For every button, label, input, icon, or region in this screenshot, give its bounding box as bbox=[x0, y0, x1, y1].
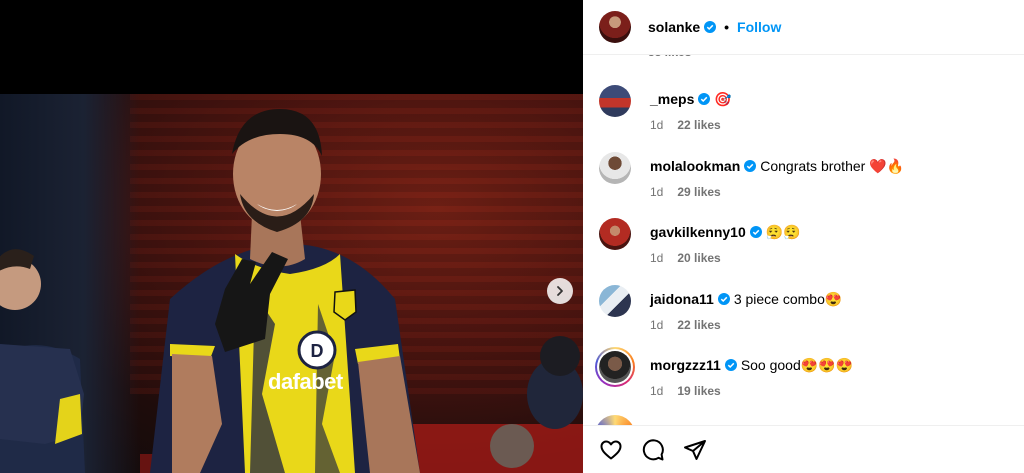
post-photo[interactable]: D dafabet bbox=[0, 94, 583, 473]
post-header: solanke • Follow bbox=[583, 0, 1024, 55]
next-image-button[interactable] bbox=[547, 278, 573, 304]
verified-badge-icon bbox=[749, 226, 762, 238]
verified-badge-icon bbox=[744, 160, 757, 172]
comment-meta: 1d 29 likes bbox=[650, 185, 735, 199]
comment-age: 1d bbox=[650, 384, 664, 398]
comment-text: Soo good😍😍😍 bbox=[740, 357, 854, 373]
comments-list[interactable]: 53 likes _meps🎯 1d22 likes molalookmanCo… bbox=[583, 40, 1024, 425]
comment-age: 1d bbox=[650, 185, 664, 199]
verified-badge-icon bbox=[704, 21, 717, 33]
post-actions-bar bbox=[583, 425, 1024, 473]
follow-button[interactable]: Follow bbox=[737, 19, 781, 35]
comment-likes[interactable]: 22 likes bbox=[677, 118, 720, 132]
comment-likes[interactable]: 20 likes bbox=[677, 251, 720, 265]
comment-meta: 1d 22 likes bbox=[650, 318, 735, 332]
commenter-avatar[interactable] bbox=[599, 85, 631, 117]
verified-badge-icon bbox=[698, 93, 711, 105]
comment-meta: 1d 22 likes bbox=[650, 118, 735, 132]
commenter-username[interactable]: _meps bbox=[650, 91, 694, 107]
comment-age: 1d bbox=[650, 318, 664, 332]
comment-age: 1d bbox=[650, 118, 664, 132]
commenter-username[interactable]: molalookman bbox=[650, 158, 740, 174]
commenter-avatar-story-ring[interactable] bbox=[595, 347, 635, 387]
comment-line: jaidona11 3 piece combo😍 bbox=[650, 291, 842, 308]
comment-text: 🎯 bbox=[714, 91, 732, 107]
comment-line: morgzzz11 Soo good😍😍😍 bbox=[650, 357, 853, 374]
sponsor-text: dafabet bbox=[268, 369, 343, 394]
commenter-avatar[interactable] bbox=[599, 218, 631, 250]
comment-icon[interactable] bbox=[641, 438, 665, 462]
commenter-avatar[interactable] bbox=[599, 152, 631, 184]
author-avatar[interactable] bbox=[599, 11, 631, 43]
comment-text: Congrats brother ❤️🔥 bbox=[760, 158, 905, 174]
chevron-right-icon bbox=[557, 286, 563, 296]
comment-text: 3 piece combo😍 bbox=[733, 291, 843, 307]
header-separator: • bbox=[724, 19, 730, 35]
commenter-username[interactable]: gavkilkenny10 bbox=[650, 224, 746, 240]
commenter-avatar[interactable] bbox=[599, 285, 631, 317]
player-illustration: D bbox=[0, 109, 583, 473]
svg-text:D: D bbox=[311, 341, 324, 361]
comment-line: _meps 🎯 bbox=[650, 91, 732, 108]
post-media: D dafabet bbox=[0, 0, 583, 473]
verified-badge-icon bbox=[717, 293, 730, 305]
commenter-username[interactable]: morgzzz11 bbox=[650, 357, 721, 373]
comment-likes[interactable]: 19 likes bbox=[677, 384, 720, 398]
comment-line: gavkilkenny10 😮‍💨😮‍💨 bbox=[650, 224, 801, 241]
comment-text: 😮‍💨😮‍💨 bbox=[765, 224, 801, 240]
author-username[interactable]: solanke bbox=[648, 19, 717, 35]
commenter-username[interactable]: jaidona11 bbox=[650, 291, 714, 307]
comment-likes[interactable]: 29 likes bbox=[677, 185, 720, 199]
comment-likes[interactable]: 22 likes bbox=[677, 318, 720, 332]
post-side-panel: solanke • Follow 53 likes _meps🎯 1d22 li… bbox=[583, 0, 1024, 473]
share-icon[interactable] bbox=[683, 438, 707, 462]
comment-line: molalookman Congrats brother ❤️🔥 bbox=[650, 158, 904, 175]
comment-age: 1d bbox=[650, 251, 664, 265]
heart-icon[interactable] bbox=[599, 438, 623, 462]
comment-meta: 1d 20 likes bbox=[650, 251, 735, 265]
next-comment-avatar-partial bbox=[595, 415, 635, 425]
comment-meta: 1d 19 likes bbox=[650, 384, 735, 398]
verified-badge-icon bbox=[724, 359, 737, 371]
